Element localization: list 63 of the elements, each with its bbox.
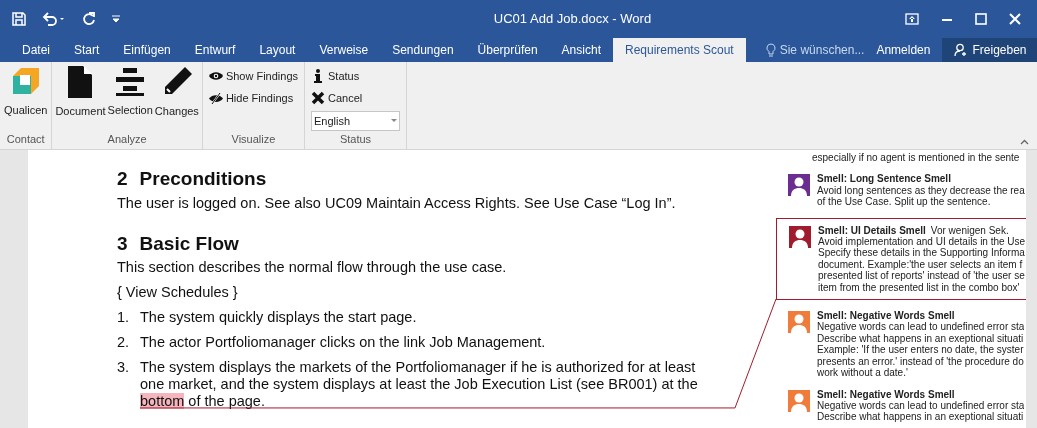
heading-number: 3 [117,233,128,255]
list-number: 2. [117,334,131,351]
comment-text: Describe what happens in an exeptional situati [817,411,1025,423]
comment-text: Example: 'If the user enters no date, the syster [817,344,1025,356]
comment-text: Avoid implementation and UI details in the Use [818,236,1026,248]
group-label: Status [339,133,372,145]
ribbon-tab[interactable]: Entwurf [182,38,248,62]
comment-text: Describe what happens in an exeptional situati [817,332,1025,345]
comment-card[interactable]: Smell: Negative Words Smell Negative words can lead to undefined error sta Describe what happens in an exeptional situati [776,388,1026,423]
heading: Basic Flow [139,233,239,255]
group-label: Contact [6,132,45,145]
ribbon-tab[interactable]: Verweise [307,38,381,62]
paragraph: This section describes the normal flow through the use case. [117,259,508,276]
comment-time: Vor wenigen Sek. [930,224,1009,237]
language-dropdown[interactable]: English [311,111,401,131]
sign-in-link[interactable]: Anmelden [864,38,943,62]
comment-text: of the Use Case. Split up the sentence. [817,196,992,208]
ribbon-button[interactable]: Document [55,66,106,118]
ribbon-button[interactable]: Qualicen [4,66,48,118]
heading-number: 2 [117,168,128,190]
comment-text: Specify these details in the Supporting Informa [818,247,1026,259]
tell-me-field[interactable]: Sie wünschen... [765,38,865,62]
list-number: 1. [117,309,131,326]
window-title: UC01 Add Job.docx - Word [493,11,652,27]
comment-text: especially if no agent is mentioned in the sente [812,152,1020,164]
ribbon-button[interactable]: Selection [107,66,153,118]
ribbon-tab[interactable]: Überprüfen [465,38,550,62]
comment-title: Smell: Negative Words Smell [817,388,955,400]
list-item: The actor Portfoliomanager clicks on the link Job Management. [140,334,547,351]
comment-card[interactable]: especially if no agent is mentioned in the sente [776,152,1026,164]
comment-text: presents an error.' instead of 'the procedure do [817,355,1025,368]
comment-text: Negative words can lead to undefined error sta [817,321,1025,333]
ribbon-tab[interactable]: Einfügen [111,38,183,62]
ribbon-button[interactable]: Hide Findings [208,89,299,107]
ribbon-button[interactable]: Show Findings [208,67,299,85]
comment-text: work without a date.' [817,367,909,379]
comment-text: document. Example:'the user selects an item f [818,258,1024,271]
group-label: Visualize [231,132,276,145]
ribbon-tab[interactable]: Datei [0,38,62,62]
paragraph: The user is logged on. See also UC09 Maintain Access Rights. See Use Case “Log In”. [117,195,677,212]
comment-card[interactable]: Smell: Long Sentence Smell Avoid long sentences as they decrease the rea of the Use Case. Split up the sentence. [776,173,1026,208]
group-label: Analyze [107,132,147,145]
comment-title: Smell: Long Sentence Smell [817,173,951,185]
ribbon-button[interactable]: Status [311,67,401,85]
share-button[interactable]: Freigeben [942,38,1037,62]
list-item: The system quickly displays the start page. [140,309,418,326]
ribbon-tab[interactable]: Ansicht [549,38,613,62]
ribbon-tab[interactable]: Layout [247,38,308,62]
comment-text: Avoid long sentences as they decrease the rea [817,184,1025,197]
paragraph: { View Schedules } [117,284,239,301]
ribbon-tab[interactable]: Sendungen [380,38,466,62]
comment-text: item from the presented list in the combo box' [818,281,1021,294]
comment-text: presented list of reports' instead of 'the user se [818,270,1026,282]
comment-title: Smell: UI Details Smell [818,224,926,237]
list-number: 3. [117,359,131,377]
comment-title: Smell: Negative Words Smell [817,310,955,322]
heading: Preconditions [139,168,267,190]
ribbon-tab[interactable]: Requirements Scout [612,38,746,62]
comment-text: Negative words can lead to undefined error sta [817,399,1025,412]
ribbon-tab[interactable]: Start [62,38,112,62]
ribbon-button[interactable]: Changes [154,66,199,118]
ribbon-button[interactable]: Cancel [311,89,401,107]
list-item: The system displays the markets of the Portfoliomanager if he is authorized for at least one market, and the system displays at least the Job Execution List (see BR001) at the bottom of the page. [140,359,699,410]
